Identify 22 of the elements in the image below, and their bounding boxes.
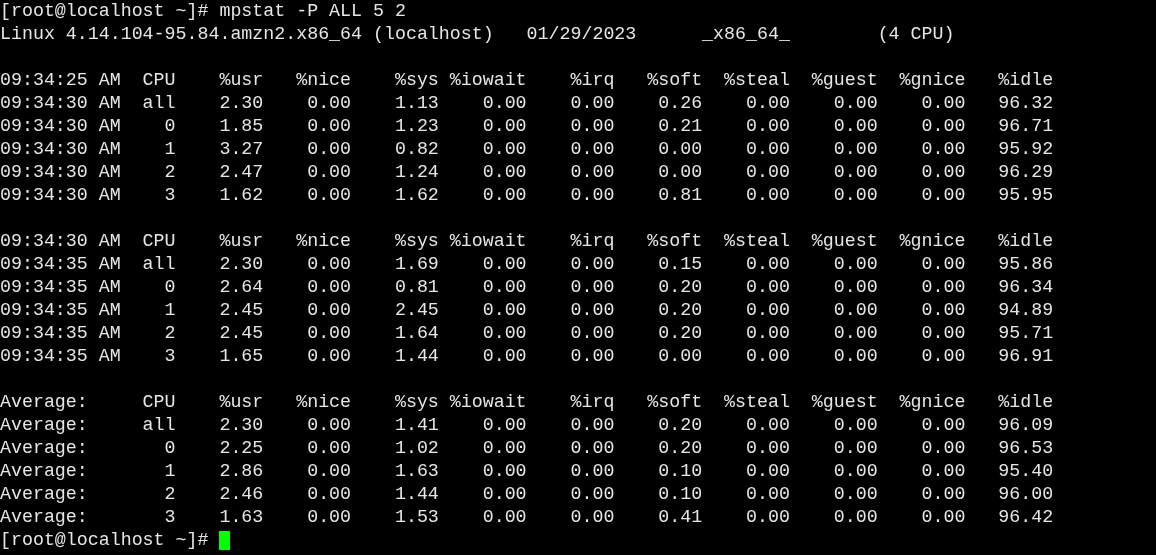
table-row-line: 09:34:35 AM 3 1.65 0.00 1.44 0.00 0.00 0.00 0.00 0.00 0.00 96.91 (0, 345, 1054, 368)
table-row-line: Average: 1 2.86 0.00 1.63 0.00 0.00 0.10 0.00 0.00 0.00 95.40 (0, 460, 1054, 483)
system-info-line: Linux 4.14.104-95.84.amzn2.x86_64 (localhost) 01/29/2023 _x86_64_ (4 CPU) (0, 23, 955, 46)
table-row-line: 09:34:30 AM 3 1.62 0.00 1.62 0.00 0.00 0.81 0.00 0.00 0.00 95.95 (0, 184, 1054, 207)
table-header-line: 09:34:30 AM CPU %usr %nice %sys %iowait %irq %soft %steal %guest %gnice %idle (0, 230, 1054, 253)
table-row-line: 09:34:35 AM all 2.30 0.00 1.69 0.00 0.00 0.15 0.00 0.00 0.00 95.86 (0, 253, 1054, 276)
table-row-line: Average: 2 2.46 0.00 1.44 0.00 0.00 0.10 0.00 0.00 0.00 96.00 (0, 483, 1054, 506)
table-header-line: 09:34:25 AM CPU %usr %nice %sys %iowait %irq %soft %steal %guest %gnice %idle (0, 69, 1054, 92)
command-line: [root@localhost ~]# mpstat -P ALL 5 2 (0, 0, 406, 23)
table-row-line: 09:34:30 AM 1 3.27 0.00 0.82 0.00 0.00 0.00 0.00 0.00 0.00 95.92 (0, 138, 1054, 161)
table-row-line: 09:34:35 AM 2 2.45 0.00 1.64 0.00 0.00 0.20 0.00 0.00 0.00 95.71 (0, 322, 1054, 345)
table-row-line: Average: 0 2.25 0.00 1.02 0.00 0.00 0.20 0.00 0.00 0.00 96.53 (0, 437, 1054, 460)
table-row-line: 09:34:30 AM 2 2.47 0.00 1.24 0.00 0.00 0.00 0.00 0.00 0.00 96.29 (0, 161, 1054, 184)
table-row-line: 09:34:30 AM all 2.30 0.00 1.13 0.00 0.00 0.26 0.00 0.00 0.00 96.32 (0, 92, 1054, 115)
table-row-line: Average: 3 1.63 0.00 1.53 0.00 0.00 0.41 0.00 0.00 0.00 96.42 (0, 506, 1054, 529)
table-row-line: 09:34:35 AM 0 2.64 0.00 0.81 0.00 0.00 0.20 0.00 0.00 0.00 96.34 (0, 276, 1054, 299)
table-row-line: 09:34:30 AM 0 1.85 0.00 1.23 0.00 0.00 0.21 0.00 0.00 0.00 96.71 (0, 115, 1054, 138)
table-row-line: 09:34:35 AM 1 2.45 0.00 2.45 0.00 0.00 0.20 0.00 0.00 0.00 94.89 (0, 299, 1054, 322)
shell-prompt: [root@localhost ~]# (0, 529, 210, 552)
table-row-line: Average: all 2.30 0.00 1.41 0.00 0.00 0.20 0.00 0.00 0.00 96.09 (0, 414, 1054, 437)
cursor-icon (219, 531, 231, 550)
table-header-line: Average: CPU %usr %nice %sys %iowait %irq %soft %steal %guest %gnice %idle (0, 391, 1054, 414)
